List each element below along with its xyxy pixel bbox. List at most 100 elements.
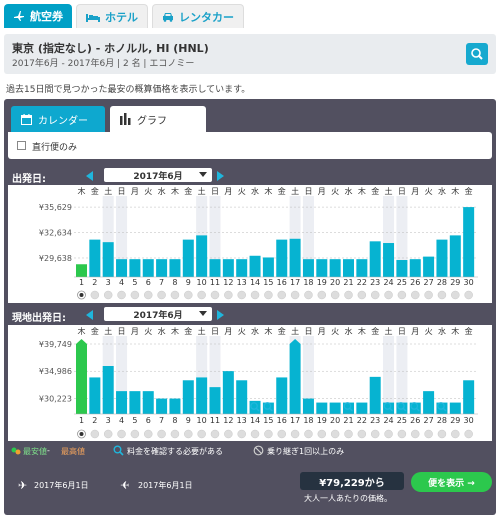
- tab-rental-cars[interactable]: レンタカー: [152, 4, 244, 28]
- price-bar-day-5[interactable]: [129, 259, 141, 277]
- search-button[interactable]: [466, 43, 488, 65]
- day-radio[interactable]: [277, 429, 286, 439]
- price-bar-day-14[interactable]: [249, 255, 261, 277]
- price-bar-day-16[interactable]: [276, 239, 288, 277]
- price-bar-day-18[interactable]: [302, 398, 314, 414]
- price-bar-day-22[interactable]: [356, 402, 368, 414]
- price-bar-day-5[interactable]: [129, 391, 141, 414]
- tab-calendar[interactable]: カレンダー: [11, 106, 105, 132]
- day-radio[interactable]: [157, 429, 166, 439]
- day-radio[interactable]: [210, 429, 220, 439]
- price-bar-day-27[interactable]: [423, 391, 435, 414]
- day-radio[interactable]: [130, 290, 140, 300]
- price-bar-day-18[interactable]: [302, 259, 314, 277]
- day-radio[interactable]: [424, 290, 433, 300]
- day-radio[interactable]: [237, 429, 246, 439]
- price-bar-day-10[interactable]: [196, 377, 208, 414]
- day-radio[interactable]: [344, 290, 353, 300]
- day-radio[interactable]: [90, 290, 100, 300]
- day-radio[interactable]: [317, 290, 327, 300]
- day-radio[interactable]: [170, 429, 180, 439]
- price-bar-day-13[interactable]: [236, 259, 248, 277]
- day-radio[interactable]: [144, 290, 153, 300]
- price-bar-day-9[interactable]: [182, 380, 194, 414]
- price-bar-day-29[interactable]: [449, 402, 461, 414]
- price-bar-day-23[interactable]: [369, 376, 381, 414]
- day-radio[interactable]: [130, 429, 140, 439]
- day-radio[interactable]: [170, 290, 180, 300]
- price-bar-day-23[interactable]: [369, 241, 381, 277]
- price-bar-day-28[interactable]: [436, 239, 448, 277]
- day-radio[interactable]: [397, 290, 407, 300]
- day-radio[interactable]: [370, 429, 380, 439]
- price-bar-day-10[interactable]: [196, 235, 208, 277]
- day-radio[interactable]: [304, 290, 313, 300]
- show-flights-button[interactable]: 便を表示 →: [411, 472, 492, 492]
- price-bar-day-6[interactable]: [142, 259, 154, 277]
- day-radio[interactable]: [437, 429, 447, 439]
- day-radio[interactable]: [411, 290, 420, 300]
- tab-flights[interactable]: 航空券: [4, 4, 72, 28]
- day-radio[interactable]: [384, 429, 393, 439]
- price-bar-day-21[interactable]: [343, 259, 354, 277]
- day-radio[interactable]: [464, 429, 473, 439]
- return-prev-month-icon[interactable]: [86, 310, 93, 320]
- price-bar-day-19[interactable]: [316, 402, 328, 414]
- day-radio[interactable]: [250, 429, 260, 439]
- price-bar-day-11[interactable]: [209, 387, 221, 414]
- day-radio[interactable]: [117, 290, 126, 300]
- price-bar-day-1[interactable]: [76, 264, 87, 277]
- price-bar-day-12[interactable]: [222, 371, 234, 414]
- day-radio[interactable]: [344, 429, 353, 439]
- day-radio[interactable]: [237, 290, 246, 300]
- price-bar-day-30[interactable]: [463, 207, 475, 277]
- return-next-month-icon[interactable]: [217, 310, 224, 320]
- day-radio[interactable]: [451, 290, 460, 300]
- day-radio[interactable]: [103, 429, 113, 439]
- day-radio[interactable]: [290, 429, 300, 439]
- price-bar-day-1[interactable]: [76, 344, 87, 414]
- day-radio[interactable]: [224, 429, 233, 439]
- day-radio[interactable]: [264, 429, 273, 439]
- day-radio[interactable]: [451, 429, 460, 439]
- price-bar-day-29[interactable]: [449, 235, 461, 277]
- price-bar-day-19[interactable]: [316, 259, 328, 277]
- price-bar-day-17[interactable]: [289, 238, 301, 277]
- day-radio[interactable]: [437, 290, 447, 300]
- day-radio[interactable]: [197, 290, 206, 300]
- departure-month-select[interactable]: 2017年6月: [104, 168, 212, 182]
- price-bar-day-4[interactable]: [116, 259, 128, 277]
- direct-only-checkbox[interactable]: [17, 141, 26, 150]
- day-radio[interactable]: [384, 290, 393, 300]
- day-radio[interactable]: [357, 429, 367, 439]
- price-bar-day-11[interactable]: [209, 259, 221, 277]
- day-radio[interactable]: [304, 429, 313, 439]
- price-bar-day-30[interactable]: [463, 380, 475, 414]
- price-bar-day-26[interactable]: [409, 259, 421, 277]
- day-radio[interactable]: [264, 290, 273, 300]
- day-radio[interactable]: [277, 290, 286, 300]
- day-radio[interactable]: [370, 290, 380, 300]
- day-radio[interactable]: [397, 429, 407, 439]
- day-radio[interactable]: [330, 429, 340, 439]
- price-bar-day-17[interactable]: [289, 344, 301, 414]
- price-bar-day-8[interactable]: [169, 259, 181, 277]
- price-bar-day-6[interactable]: [142, 391, 154, 414]
- price-bar-day-13[interactable]: [236, 380, 248, 414]
- day-radio[interactable]: [90, 429, 100, 439]
- day-radio[interactable]: [103, 290, 113, 300]
- price-bar-day-7[interactable]: [156, 259, 168, 277]
- price-bar-day-22[interactable]: [356, 259, 368, 277]
- return-month-select[interactable]: 2017年6月: [104, 307, 212, 321]
- price-bar-day-3[interactable]: [102, 242, 114, 277]
- day-radio[interactable]: [157, 290, 166, 300]
- price-bar-day-7[interactable]: [156, 398, 168, 414]
- day-radio[interactable]: [184, 429, 193, 439]
- price-bar-day-4[interactable]: [116, 391, 128, 414]
- departure-next-month-icon[interactable]: [217, 171, 224, 181]
- day-radio[interactable]: [290, 290, 300, 300]
- tab-hotels[interactable]: ホテル: [76, 4, 148, 28]
- day-radio[interactable]: [117, 429, 126, 439]
- tab-graph[interactable]: グラフ: [110, 106, 206, 132]
- price-bar-day-24[interactable]: [383, 243, 395, 277]
